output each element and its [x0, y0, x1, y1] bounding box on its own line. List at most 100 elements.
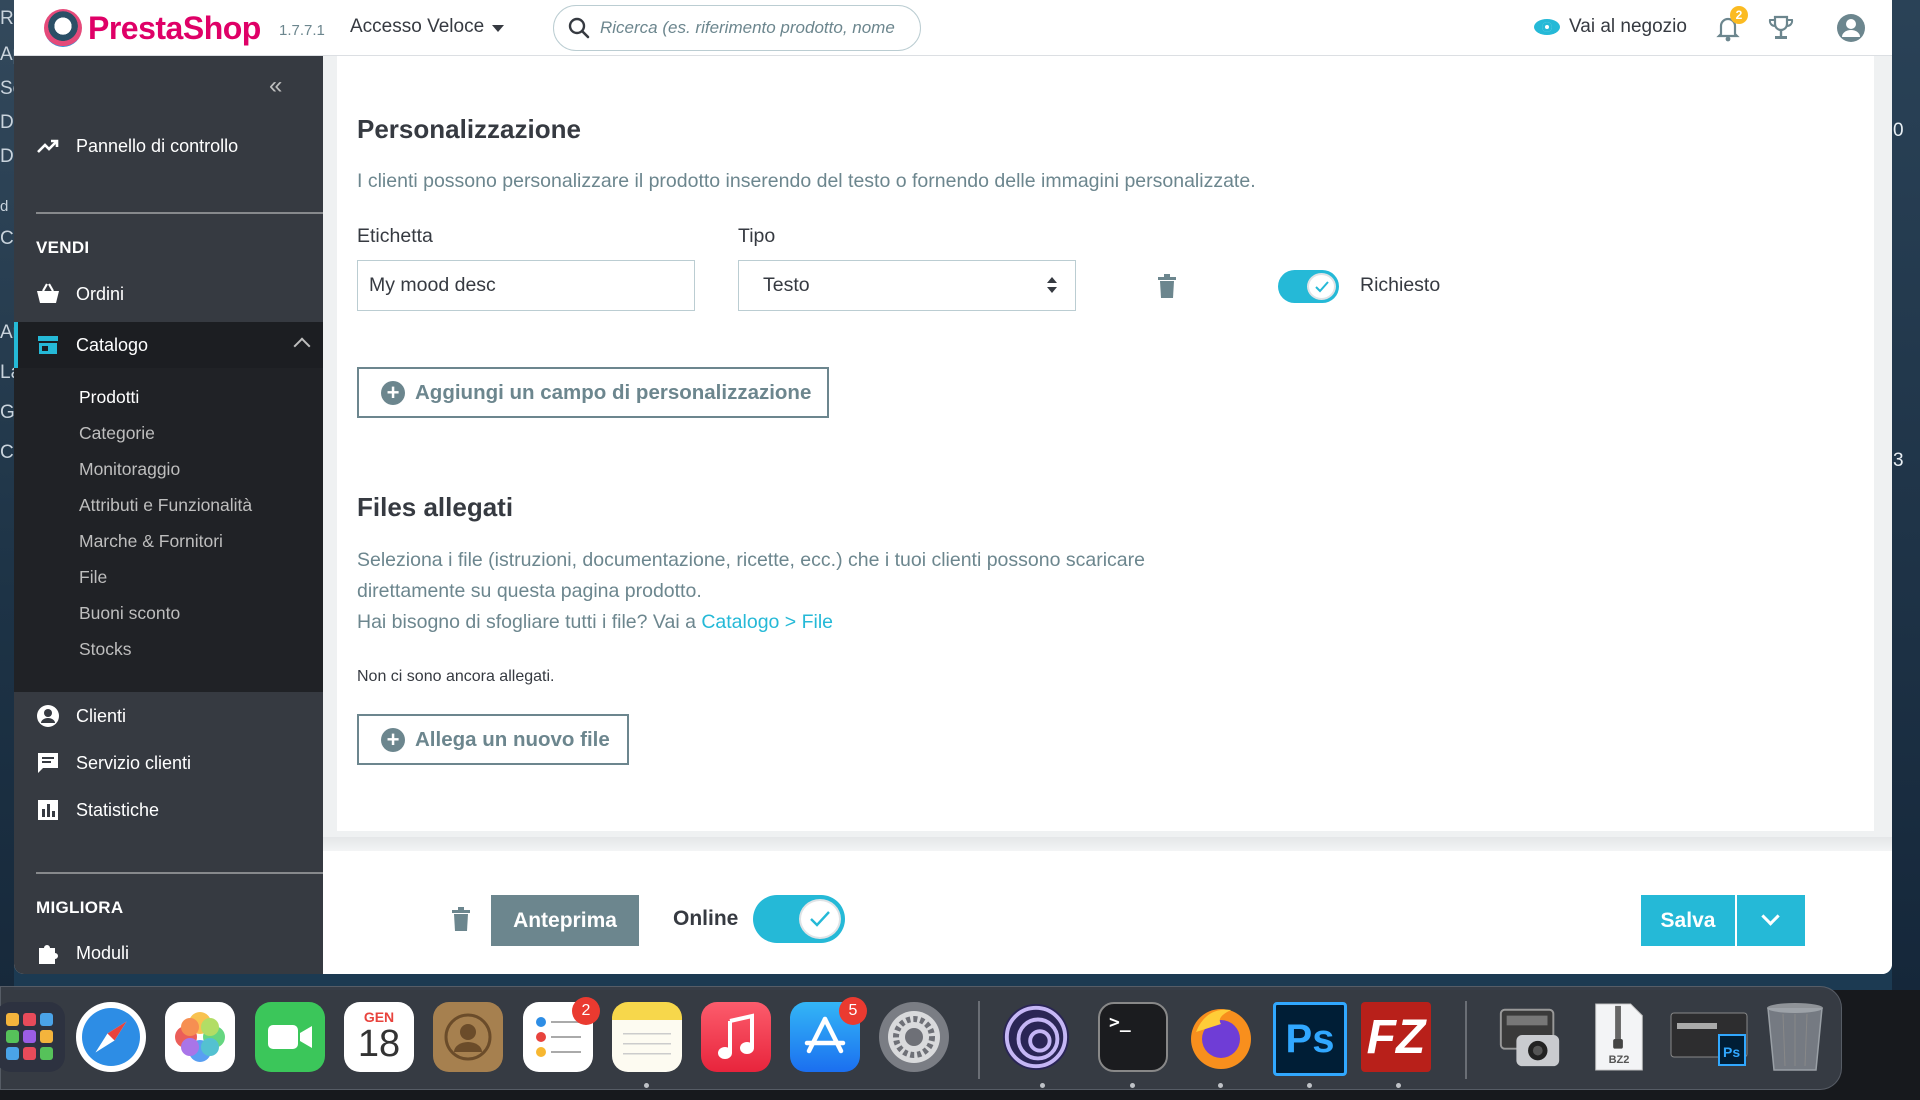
calendar-day: 18	[357, 1023, 401, 1065]
contacts-app-icon[interactable]	[433, 1002, 503, 1072]
view-shop-label: Vai al negozio	[1569, 16, 1687, 37]
attach-file-label: Allega un nuovo file	[415, 727, 610, 751]
trash-bin-icon	[1767, 1003, 1823, 1071]
chat-icon	[36, 751, 60, 775]
add-customization-field-button[interactable]: + Aggiungi un campo di personalizzazione	[357, 367, 829, 418]
save-options-dropdown[interactable]	[1737, 895, 1805, 946]
toggle-knob	[799, 899, 841, 939]
safari-app-icon[interactable]	[76, 1002, 146, 1072]
facetime-app-icon[interactable]	[255, 1002, 325, 1072]
sidebar-subitem-monitoring[interactable]: Monitoraggio	[79, 459, 180, 480]
desktop-text-fragment: La	[0, 362, 14, 383]
sidebar-item-orders[interactable]: Ordini	[36, 282, 124, 306]
sidebar-item-label: Statistiche	[76, 799, 160, 820]
desktop-text-fragment: 3	[1893, 450, 1904, 471]
chevron-up-icon	[293, 337, 311, 355]
sidebar-item-modules[interactable]: Moduli	[36, 941, 129, 965]
prestashop-logo[interactable]: PrestaShop	[44, 9, 261, 47]
desktop-text-fragment: Ar	[0, 322, 14, 343]
sidebar-subitem-products[interactable]: Prodotti	[79, 387, 139, 408]
desktop-text-fragment: Cl	[0, 228, 14, 249]
image-capture-app-icon[interactable]	[1495, 1002, 1565, 1072]
torrent-app-icon[interactable]	[1001, 1002, 1071, 1072]
sidebar-subitem-categories[interactable]: Categorie	[79, 423, 155, 444]
plus-circle-icon: +	[381, 380, 405, 405]
notes-app-icon[interactable]	[612, 1002, 682, 1072]
desktop-text-fragment: Re	[0, 8, 14, 29]
user-account-icon[interactable]	[1835, 12, 1867, 44]
sidebar-subitem-brands[interactable]: Marche & Fornitori	[79, 531, 223, 552]
terminal-prompt-icon: >_	[1109, 1012, 1131, 1033]
online-toggle[interactable]	[753, 895, 845, 943]
catalog-row: Catalogo	[36, 333, 148, 357]
save-button[interactable]: Salva	[1641, 895, 1735, 946]
customization-title: Personalizzazione	[357, 114, 581, 144]
browser-window: PrestaShop 1.7.7.1 Accesso Veloce Vai al…	[14, 0, 1892, 974]
desktop-text-fragment: Ap	[0, 44, 14, 65]
running-indicator	[1396, 1083, 1401, 1088]
photos-app-icon[interactable]	[165, 1002, 235, 1072]
photoshop-label: Ps	[1285, 1016, 1335, 1061]
quick-access-label: Accesso Veloce	[350, 16, 485, 37]
trash-app-icon[interactable]	[1760, 1002, 1830, 1072]
sidebar-section-sell: VENDI	[36, 238, 90, 257]
attach-new-file-button[interactable]: + Allega un nuovo file	[357, 714, 629, 765]
terminal-app-icon[interactable]: >_	[1098, 1002, 1168, 1072]
bz2-label: BZ2	[1608, 1054, 1630, 1066]
collapse-sidebar-icon[interactable]: «	[269, 74, 295, 98]
preview-button[interactable]: Anteprima	[491, 895, 639, 946]
sidebar-subitem-files[interactable]: File	[79, 567, 107, 588]
svg-text:Ps: Ps	[1723, 1044, 1740, 1060]
downloads-stack-icon[interactable]: Ps	[1669, 1002, 1749, 1072]
desktop-right-edge: 0 3	[1892, 0, 1920, 990]
sidebar-item-dashboard[interactable]: Pannello di controllo	[36, 134, 238, 158]
sidebar-item-stats[interactable]: Statistiche	[36, 798, 159, 822]
store-icon	[36, 333, 60, 357]
trophy-icon[interactable]	[1765, 12, 1797, 44]
customization-label-input[interactable]	[357, 260, 695, 311]
search-input[interactable]	[600, 18, 910, 38]
view-shop-link[interactable]: Vai al negozio	[1534, 16, 1687, 38]
macos-dock: GEN 18 2 5 >_ Ps FZ BZ2 Ps	[0, 986, 1842, 1090]
filezilla-fz-icon: FZ	[1366, 1010, 1426, 1064]
product-options-card: Personalizzazione I clienti possono pers…	[337, 56, 1874, 831]
calendar-app-icon[interactable]: GEN 18	[344, 1002, 414, 1072]
search-box[interactable]	[553, 5, 921, 51]
desktop-text-fragment: Dc	[0, 112, 14, 133]
sidebar-subitem-discounts[interactable]: Buoni sconto	[79, 603, 180, 624]
sidebar-item-catalog[interactable]: Catalogo	[14, 322, 323, 368]
check-icon	[1314, 280, 1329, 292]
chevron-down-icon	[1761, 907, 1780, 926]
sidebar-item-customer-service[interactable]: Servizio clienti	[36, 751, 191, 775]
music-app-icon[interactable]	[701, 1002, 771, 1072]
version-label: 1.7.7.1	[279, 22, 325, 39]
trash-icon[interactable]	[1157, 274, 1177, 298]
gear-icon	[888, 1011, 940, 1063]
dock-separator	[978, 1001, 980, 1079]
music-note-icon	[718, 1013, 754, 1059]
type-field-label: Tipo	[738, 225, 776, 247]
sidebar-subitem-stocks[interactable]: Stocks	[79, 639, 132, 660]
system-preferences-app-icon[interactable]	[879, 1002, 949, 1072]
sidebar-item-customers[interactable]: Clienti	[36, 704, 126, 728]
filezilla-app-icon[interactable]: FZ	[1361, 1002, 1431, 1072]
firefox-app-icon[interactable]	[1186, 1002, 1256, 1072]
sidebar-subitem-attributes[interactable]: Attributi e Funzionalità	[79, 495, 252, 516]
quick-access-dropdown[interactable]: Accesso Veloce	[350, 16, 505, 38]
online-label: Online	[673, 907, 739, 930]
desktop-text-fragment: Ca	[0, 442, 14, 463]
launchpad-app-icon[interactable]	[0, 1002, 65, 1072]
photoshop-app-icon[interactable]: Ps	[1273, 1002, 1347, 1076]
app-store-badge: 5	[839, 997, 867, 1025]
delete-product-icon[interactable]	[451, 907, 471, 931]
customization-type-select[interactable]: Testo	[738, 260, 1076, 311]
brand-name: PrestaShop	[88, 9, 261, 46]
bz2-archive-icon[interactable]: BZ2	[1584, 1002, 1654, 1072]
browse-prefix: Hai bisogno di sfogliare tutti i file? V…	[357, 611, 702, 633]
sidebar-item-label: Moduli	[76, 942, 130, 963]
top-header: PrestaShop 1.7.7.1 Accesso Veloce Vai al…	[14, 0, 1892, 56]
catalog-files-link[interactable]: Catalogo > File	[701, 611, 833, 633]
bar-chart-icon	[36, 798, 60, 822]
sidebar-item-label: Ordini	[76, 283, 125, 304]
required-toggle[interactable]	[1278, 270, 1339, 303]
